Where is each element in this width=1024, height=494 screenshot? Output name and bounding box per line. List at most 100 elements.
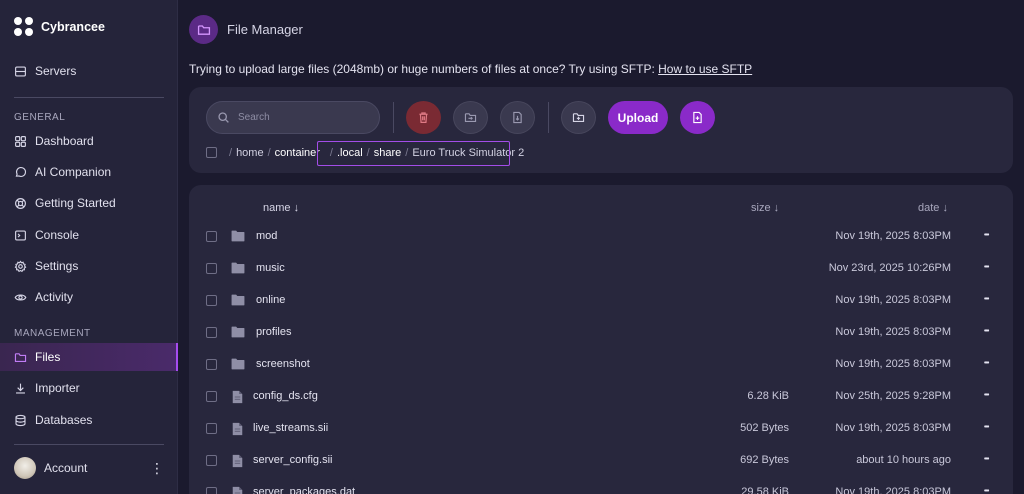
eye-icon [14,293,27,301]
page-title: File Manager [227,22,303,37]
logo-icon [14,17,34,37]
row-name[interactable]: config_ds.cfg [253,390,318,402]
column-header-date[interactable]: date ↓ [918,202,948,214]
breadcrumb-container[interactable]: container [275,147,320,159]
row-checkbox[interactable] [206,263,217,274]
account-menu[interactable]: Account ⋮ [14,457,164,479]
download-icon [16,383,25,394]
database-icon [15,414,26,426]
row-checkbox[interactable] [206,423,217,434]
row-size: 692 Bytes [740,454,789,466]
gear-icon [14,260,27,272]
row-date: Nov 19th, 2025 8:03PM [835,294,951,306]
lifebuoy-icon [15,197,26,209]
row-checkbox[interactable] [206,391,217,402]
row-checkbox[interactable] [206,231,217,242]
row-name[interactable]: screenshot [256,358,310,370]
sidebar-item-activity[interactable]: Activity [0,283,178,311]
delete-button[interactable] [406,101,441,134]
row-date: Nov 19th, 2025 8:03PM [835,326,951,338]
row-date: Nov 19th, 2025 8:03PM [835,486,951,494]
row-size: 29.58 KiB [741,486,789,494]
archive-button[interactable] [500,101,535,134]
breadcrumb-home[interactable]: home [236,147,264,159]
row-checkbox[interactable] [206,487,217,494]
row-date: about 10 hours ago [856,454,951,466]
column-header-size[interactable]: size ↓ [751,202,779,214]
sidebar-item-databases[interactable]: Databases [0,406,178,434]
new-file-button[interactable] [680,101,715,134]
more-horizontal-icon[interactable]: ••• [984,360,989,367]
row-checkbox[interactable] [206,455,217,466]
trash-icon [419,112,428,123]
account-label: Account [44,461,88,475]
more-horizontal-icon[interactable]: ••• [984,456,989,463]
folder-icon [231,262,245,274]
sidebar-item-label: Settings [35,259,79,273]
sidebar-item-label: Activity [35,290,74,304]
row-date: Nov 19th, 2025 8:03PM [835,422,951,434]
row-date: Nov 19th, 2025 8:03PM [835,358,951,370]
row-name[interactable]: server_packages.dat [253,486,355,494]
sidebar-item-settings[interactable]: Settings [0,252,178,280]
row-name[interactable]: online [256,294,285,306]
section-label-general: GENERAL [14,112,66,123]
search-placeholder: Search [238,112,270,123]
sidebar-item-dashboard[interactable]: Dashboard [0,127,178,155]
breadcrumb-highlight [317,141,510,166]
folder-move-icon [464,113,477,122]
more-vertical-icon[interactable]: ⋮ [150,460,164,477]
sidebar-item-label: Dashboard [35,134,94,148]
more-horizontal-icon[interactable]: ••• [984,264,989,271]
more-horizontal-icon[interactable]: ••• [984,424,989,431]
row-size: 502 Bytes [740,422,789,434]
server-icon [15,65,26,77]
folder-icon [231,294,245,306]
more-horizontal-icon[interactable]: ••• [984,488,989,494]
dashboard-icon [15,135,26,147]
upload-button[interactable]: Upload [608,101,668,134]
sidebar-item-getting-started[interactable]: Getting Started [0,189,178,217]
folder-icon [231,230,245,242]
sidebar-item-label: Servers [35,64,77,78]
row-size: 6.28 KiB [747,390,789,402]
row-name[interactable]: profiles [256,326,291,338]
chat-icon [15,166,26,177]
toolbar-divider [548,102,549,133]
row-date: Nov 19th, 2025 8:03PM [835,230,951,242]
column-header-name[interactable]: name ↓ [263,202,299,214]
sftp-help-link[interactable]: How to use SFTP [658,62,752,76]
row-name[interactable]: live_streams.sii [253,422,328,434]
folder-icon [231,326,245,338]
more-horizontal-icon[interactable]: ••• [984,392,989,399]
select-all-checkbox[interactable] [206,147,217,158]
sidebar-item-console[interactable]: Console [0,221,178,249]
sidebar-item-files[interactable]: Files [0,343,178,371]
row-date: Nov 23rd, 2025 10:26PM [828,262,951,274]
row-checkbox[interactable] [206,359,217,370]
more-horizontal-icon[interactable]: ••• [984,328,989,335]
sidebar-item-servers[interactable]: Servers [0,57,178,85]
search-input[interactable]: Search [206,101,380,134]
file-icon [232,454,246,468]
file-icon [232,486,246,494]
new-folder-button[interactable] [561,101,596,134]
divider [14,444,164,445]
row-checkbox[interactable] [206,295,217,306]
brand-logo[interactable]: Cybrancee [14,16,105,38]
sidebar-item-ai-companion[interactable]: AI Companion [0,158,178,186]
row-checkbox[interactable] [206,327,217,338]
toolbar-divider [393,102,394,133]
sidebar-item-importer[interactable]: Importer [0,374,178,402]
row-name[interactable]: music [256,262,285,274]
avatar [14,457,36,479]
folder-icon [14,352,27,362]
more-horizontal-icon[interactable]: ••• [984,296,989,303]
row-name[interactable]: server_config.sii [253,454,332,466]
row-name[interactable]: mod [256,230,277,242]
move-button[interactable] [453,101,488,134]
more-horizontal-icon[interactable]: ••• [984,232,989,239]
folder-icon [231,358,245,370]
brand-name: Cybrancee [41,20,105,34]
notice-text: Trying to upload large files (2048mb) or… [189,62,655,76]
